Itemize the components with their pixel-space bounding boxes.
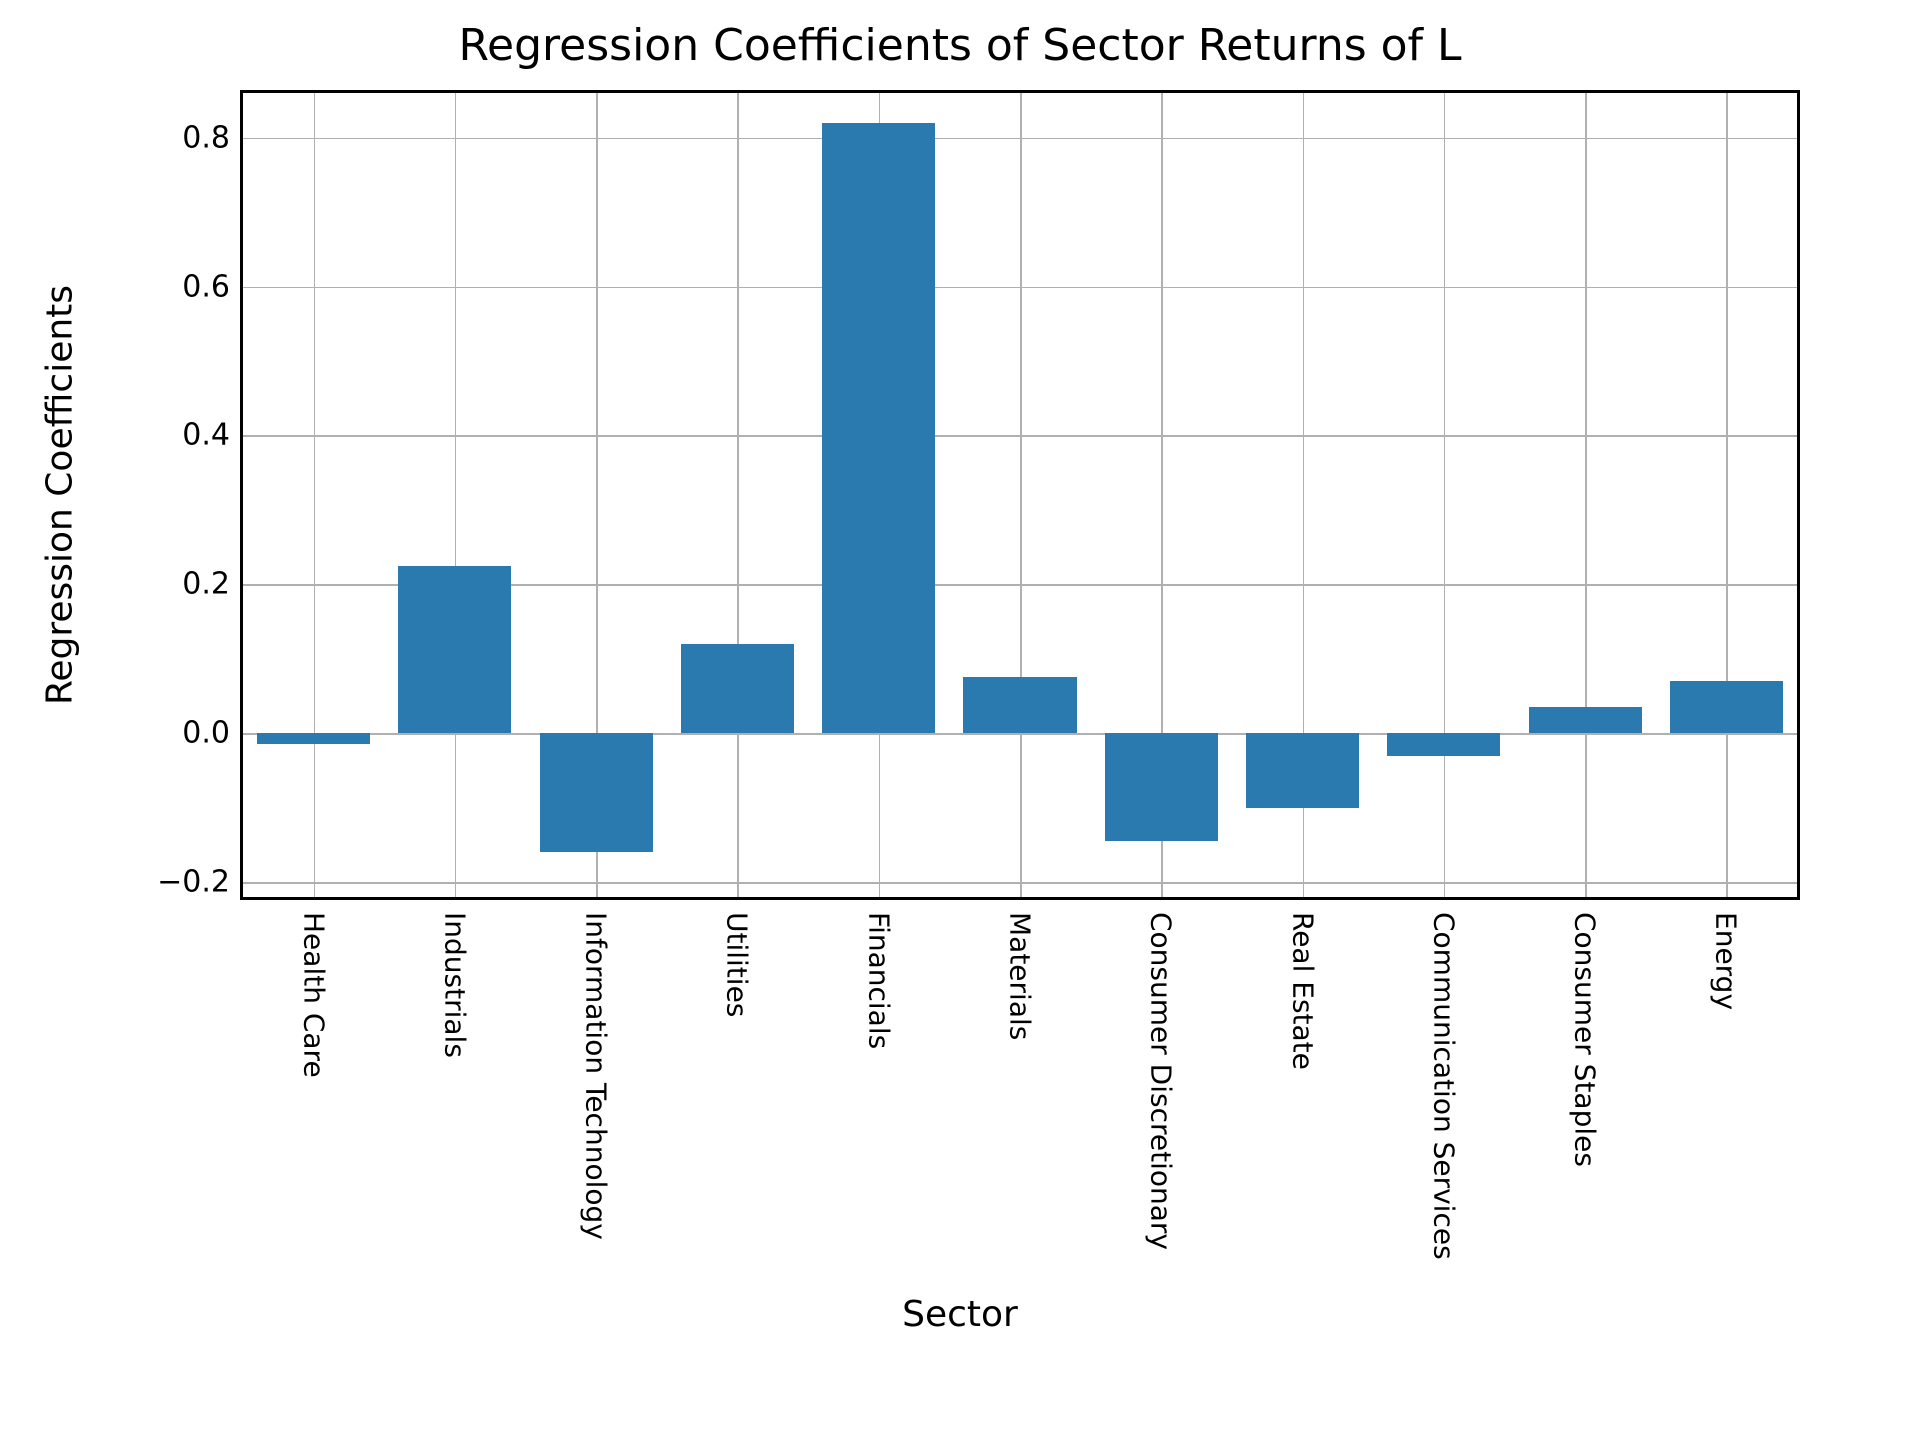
bar — [1529, 707, 1642, 733]
y-tick-label: 0.8 — [30, 120, 230, 155]
v-gridline — [455, 93, 457, 897]
y-tick-label: 0.6 — [30, 269, 230, 304]
v-gridline — [1444, 93, 1446, 897]
plot-area — [240, 90, 1800, 900]
x-tick-label: Energy — [1710, 912, 1743, 1010]
y-tick-label: −0.2 — [30, 865, 230, 900]
bar — [681, 644, 794, 733]
v-gridline — [1020, 93, 1022, 897]
x-tick-label: Health Care — [297, 912, 330, 1078]
bar — [1246, 733, 1359, 807]
x-tick-label: Industrials — [438, 912, 471, 1058]
v-gridline — [314, 93, 316, 897]
v-gridline — [1726, 93, 1728, 897]
x-tick-label: Consumer Staples — [1569, 912, 1602, 1167]
bar — [963, 677, 1076, 733]
y-tick-label: 0.4 — [30, 418, 230, 453]
x-tick-label: Real Estate — [1286, 912, 1319, 1070]
bar — [1105, 733, 1218, 841]
figure: Regression Coefficients of Sector Return… — [0, 0, 1920, 1440]
x-tick-label: Consumer Discretionary — [1145, 912, 1178, 1250]
x-tick-label: Communication Services — [1427, 912, 1460, 1260]
bar — [540, 733, 653, 852]
bar — [1670, 681, 1783, 733]
v-gridline — [1585, 93, 1587, 897]
bar — [1387, 733, 1500, 755]
x-tick-label: Financials — [862, 912, 895, 1049]
v-gridline — [737, 93, 739, 897]
bar — [822, 123, 935, 733]
y-tick-label: 0.2 — [30, 567, 230, 602]
x-tick-label: Information Technology — [580, 912, 613, 1240]
bar — [398, 566, 511, 734]
x-axis-label: Sector — [0, 1294, 1920, 1335]
x-tick-label: Materials — [1004, 912, 1037, 1040]
y-tick-label: 0.0 — [30, 716, 230, 751]
y-axis-label: Regression Coefficients — [40, 285, 81, 705]
bar — [257, 733, 370, 744]
chart-title: Regression Coefficients of Sector Return… — [0, 20, 1920, 71]
x-tick-label: Utilities — [721, 912, 754, 1017]
